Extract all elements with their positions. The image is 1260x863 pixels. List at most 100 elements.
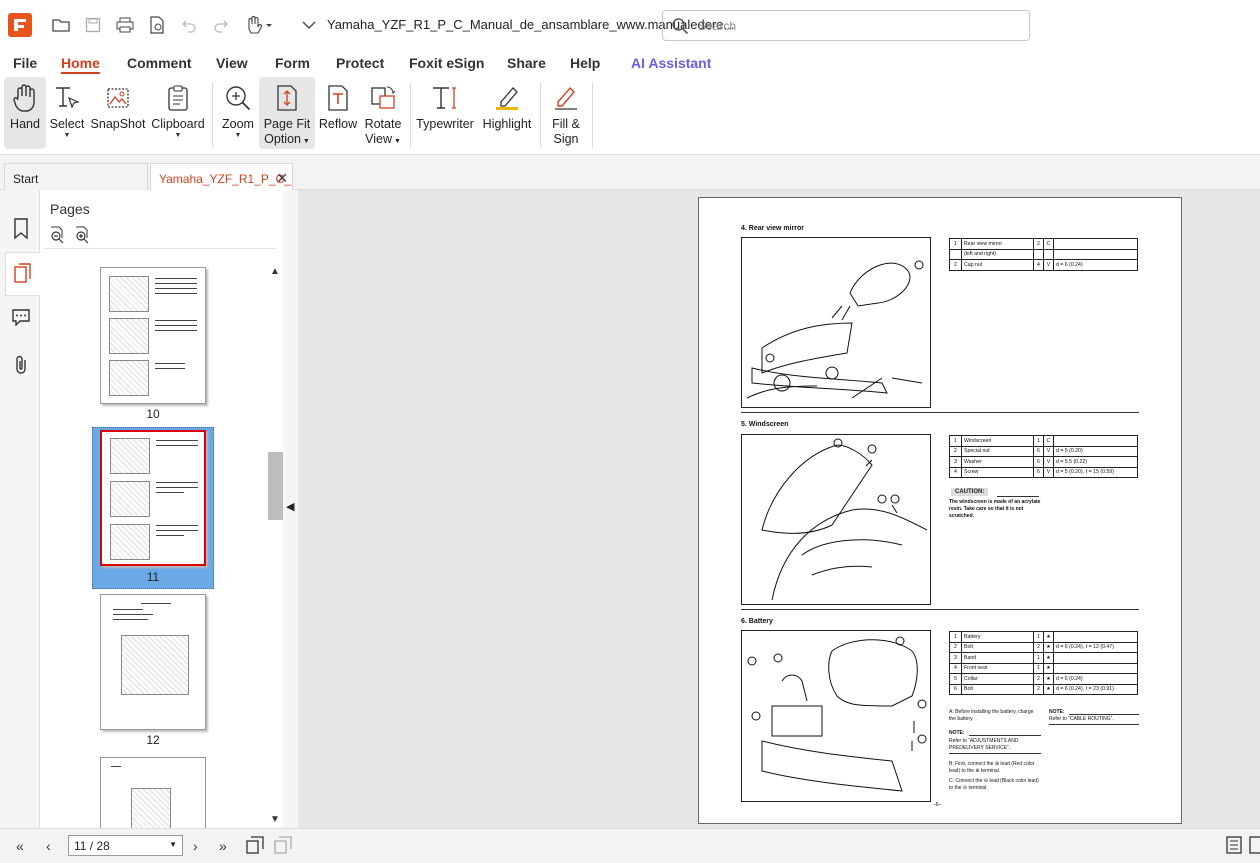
bookmarks-icon[interactable] — [6, 214, 36, 244]
table-cell — [1053, 662, 1138, 674]
hand-button[interactable]: Hand — [4, 77, 46, 149]
properties-icon[interactable] — [145, 13, 169, 37]
zoom-caret-icon[interactable]: ▼ — [235, 132, 242, 140]
search-box[interactable]: Search — [662, 10, 1030, 41]
open-folder-icon[interactable] — [49, 13, 73, 37]
scroll-up-icon[interactable]: ▲ — [270, 266, 280, 277]
document-viewer[interactable]: 4. Rear view mirror 1 Rear view mirror 2 C(… — [298, 190, 1260, 828]
menu-view[interactable]: View — [216, 55, 248, 71]
zoom-button[interactable]: Zoom ▼ — [219, 77, 257, 149]
collapse-panel-icon[interactable]: ◀ — [286, 500, 294, 513]
menu-help[interactable]: Help — [570, 55, 600, 71]
previous-view-icon[interactable] — [246, 836, 264, 857]
save-icon[interactable] — [81, 13, 105, 37]
section-title-rear-view-mirror: 4. Rear view mirror — [741, 225, 805, 232]
table-cell — [949, 248, 962, 260]
chevron-down-icon[interactable]: ▼ — [169, 840, 177, 849]
clipboard-caret-icon[interactable]: ▼ — [175, 132, 182, 140]
scroll-down-icon[interactable]: ▼ — [270, 814, 280, 825]
menu-protect[interactable]: Protect — [336, 55, 384, 71]
hand-tool-dropdown-icon[interactable] — [243, 13, 275, 37]
pages-panel-scrollbar[interactable]: ▲ ▼ — [268, 262, 283, 828]
highlight-button[interactable]: Highlight — [480, 77, 534, 149]
hand-icon — [12, 79, 38, 117]
page-thumbnail-10[interactable] — [100, 267, 206, 404]
menu-home[interactable]: Home — [61, 55, 100, 71]
table-cell: Bolt — [961, 683, 1034, 695]
scrollbar-thumb[interactable] — [268, 452, 283, 520]
table-cell: d = 5.5 (0.22) — [1053, 456, 1138, 468]
parts-table-row: 6 Bolt 2 ★ d = 6 (0.24), ℓ = 23 (0.91) — [949, 683, 1138, 695]
table-cell: 1 — [949, 238, 962, 250]
table-cell: d = 6 (0.24) — [1053, 259, 1138, 271]
comments-icon[interactable] — [6, 302, 36, 332]
last-page-icon[interactable]: » — [219, 838, 227, 854]
table-cell: Rear view mirror — [961, 238, 1034, 250]
menu-form[interactable]: Form — [275, 55, 310, 71]
table-cell: 2 — [1033, 238, 1044, 250]
parts-table-row: 1 Battery 1 ★ — [949, 631, 1138, 643]
menu-ai-assistant[interactable]: AI Assistant — [631, 55, 711, 71]
pages-panel-icon[interactable] — [5, 252, 40, 296]
table-cell: C — [1043, 238, 1054, 250]
quick-access-dropdown-icon[interactable] — [297, 13, 321, 37]
previous-page-icon[interactable]: ‹ — [46, 838, 51, 854]
print-icon[interactable] — [113, 13, 137, 37]
note-rule — [969, 735, 1041, 736]
thumbnail-figure — [110, 481, 150, 517]
rotate-view-button[interactable]: Rotate View ▼ — [362, 77, 404, 149]
redo-icon[interactable] — [209, 13, 233, 37]
undo-icon[interactable] — [177, 13, 201, 37]
menu-file[interactable]: File — [13, 55, 37, 71]
attachments-icon[interactable] — [6, 350, 36, 380]
fill-sign-button[interactable]: Fill & Sign — [546, 77, 586, 149]
zoom-icon — [224, 79, 252, 117]
select-caret-icon[interactable]: ▼ — [64, 132, 71, 140]
reflow-label: Reflow — [318, 117, 358, 131]
table-cell: (left and right) — [961, 248, 1034, 260]
ribbon-separator — [540, 82, 541, 148]
clipboard-button[interactable]: Clipboard ▼ — [150, 77, 206, 149]
windscreen-figure — [741, 434, 931, 605]
panel-splitter[interactable]: ◀ — [283, 190, 298, 828]
first-page-icon[interactable]: « — [16, 838, 24, 854]
table-cell: 2 — [949, 445, 962, 457]
menu-comment[interactable]: Comment — [127, 55, 192, 71]
single-page-view-icon[interactable] — [1226, 836, 1242, 857]
table-cell: d = 5 (0.20), ℓ = 15 (0.59) — [1053, 466, 1138, 478]
page-thumbnail-11[interactable] — [100, 430, 206, 566]
parts-table-row: 1 Windscreen 1 C — [949, 435, 1138, 447]
table-cell: 1 — [1033, 435, 1044, 447]
foxit-logo-icon[interactable] — [8, 13, 32, 37]
table-cell — [1053, 248, 1138, 260]
rotate-view-label: View ▼ — [365, 132, 401, 146]
menu-share[interactable]: Share — [507, 55, 546, 71]
snapshot-button[interactable]: SnapShot — [90, 77, 146, 149]
battery-note-ref: Refer to “ADJUSTMENTS AND PREDELIVERY SE… — [949, 738, 1019, 751]
page-zoom-in-icon[interactable] — [73, 226, 91, 249]
thumbnail-text-line — [155, 325, 197, 326]
page-zoom-out-icon[interactable] — [48, 226, 66, 249]
next-page-icon[interactable]: › — [193, 838, 198, 854]
page-number-input[interactable]: 11 / 28 ▼ — [68, 835, 183, 856]
thumbnail-text-line — [156, 530, 198, 531]
continuous-view-icon[interactable] — [1249, 836, 1260, 857]
note-rule — [949, 753, 1041, 754]
select-button[interactable]: Select ▼ — [48, 77, 86, 149]
fill-sign-label: Fill & — [552, 117, 580, 131]
ribbon-separator — [410, 82, 411, 148]
next-view-icon[interactable] — [274, 836, 292, 857]
tab-document[interactable]: Yamaha_YZF_R1_P_C_... ✕ — [150, 163, 293, 190]
caution-label: CAUTION: — [951, 488, 989, 496]
tab-start[interactable]: Start — [4, 163, 148, 190]
typewriter-button[interactable]: Typewriter — [416, 77, 474, 149]
thumbnail-text-line — [156, 482, 198, 483]
close-tab-icon[interactable]: ✕ — [276, 170, 288, 187]
page-thumbnail-12[interactable] — [100, 594, 206, 730]
table-cell: 5 — [949, 673, 962, 685]
menu-foxit-esign[interactable]: Foxit eSign — [409, 55, 484, 71]
reflow-button[interactable]: Reflow — [318, 77, 358, 149]
section-title-windscreen: 5. Windscreen — [741, 421, 789, 428]
page-fit-option-button[interactable]: Page Fit Option ▼ — [259, 77, 315, 149]
page-thumbnail-13[interactable] — [100, 757, 206, 828]
